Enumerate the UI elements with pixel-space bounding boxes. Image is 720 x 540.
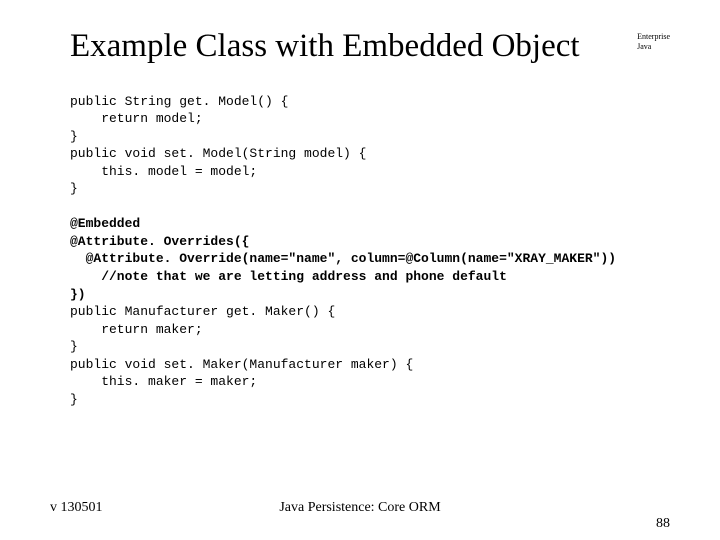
code-block: public String get. Model() { return mode… [70, 75, 670, 408]
slide-title: Example Class with Embedded Object [70, 28, 670, 65]
title-row: Example Class with Embedded Object Enter… [70, 28, 670, 65]
code-line: @Attribute. Override(name="name", column… [70, 251, 616, 266]
code-line: public String get. Model() { [70, 94, 288, 109]
code-line: }) [70, 287, 86, 302]
footer-version: v 130501 [50, 500, 103, 516]
code-line: public Manufacturer get. Maker() { [70, 304, 335, 319]
code-line: public void set. Maker(Manufacturer make… [70, 357, 413, 372]
footer-center: Java Persistence: Core ORM [50, 500, 670, 516]
code-line: @Attribute. Overrides({ [70, 234, 249, 249]
code-line: } [70, 392, 78, 407]
code-line: public void set. Model(String model) { [70, 146, 366, 161]
code-line: this. model = model; [70, 164, 257, 179]
code-line: } [70, 181, 78, 196]
code-line: } [70, 129, 78, 144]
code-line: return maker; [70, 322, 203, 337]
slide: Example Class with Embedded Object Enter… [0, 0, 720, 540]
corner-line2: Java [637, 42, 670, 52]
code-line: return model; [70, 111, 203, 126]
code-line: //note that we are letting address and p… [70, 269, 507, 284]
corner-text: Enterprise Java [637, 32, 670, 51]
corner-line1: Enterprise [637, 32, 670, 42]
code-line: @Embedded [70, 216, 140, 231]
footer: v 130501 Java Persistence: Core ORM 88 [0, 500, 720, 516]
code-line: } [70, 339, 78, 354]
code-line: this. maker = maker; [70, 374, 257, 389]
footer-page: 88 [656, 516, 670, 532]
